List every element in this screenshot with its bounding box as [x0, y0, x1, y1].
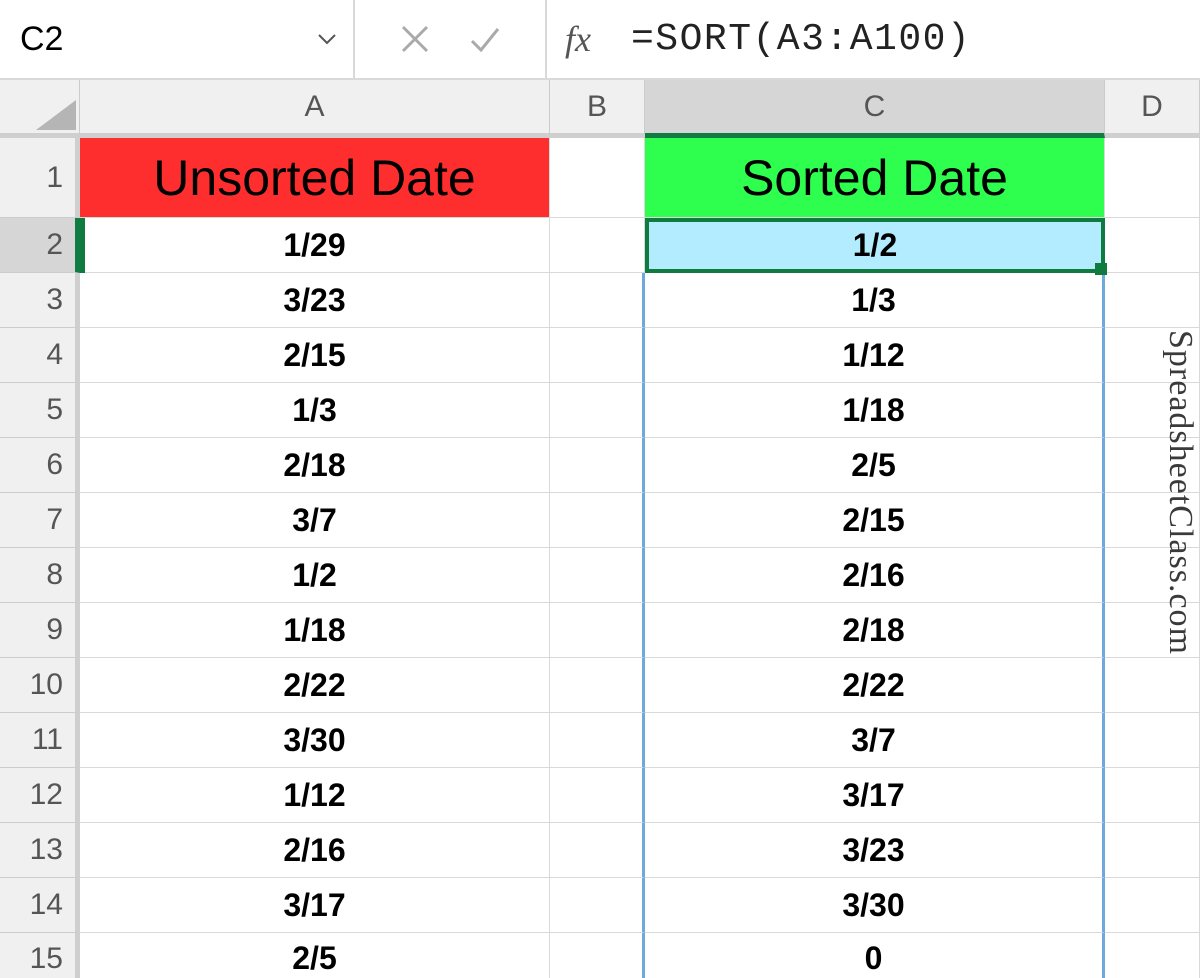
- name-box-value: C2: [20, 20, 63, 59]
- fill-handle[interactable]: [1095, 263, 1107, 275]
- cell-A1[interactable]: Unsorted Date: [80, 138, 550, 218]
- cell-B13[interactable]: [550, 823, 645, 878]
- cells: Unsorted Date Sorted Date 1/29 3/23 1/3 …: [80, 138, 1200, 978]
- cell-A15[interactable]: 2/5: [80, 933, 550, 978]
- cell-C15[interactable]: 0: [645, 933, 1105, 978]
- watermark: SpreadsheetClass.com: [1161, 330, 1199, 655]
- enter-icon[interactable]: [465, 19, 505, 59]
- cell-D15[interactable]: [1105, 933, 1200, 978]
- cell-C13[interactable]: 3/23: [645, 823, 1105, 878]
- cell-A11[interactable]: 3/30: [80, 713, 550, 768]
- cell-A6[interactable]: 2/18: [80, 438, 550, 493]
- fx-label[interactable]: fx: [547, 18, 615, 60]
- cell-C7[interactable]: 2/15: [645, 493, 1105, 548]
- cell-A4[interactable]: 2/15: [80, 328, 550, 383]
- cell-C4[interactable]: 1/12: [645, 328, 1105, 383]
- cell-B5[interactable]: [550, 383, 645, 438]
- active-cell-value: 1/2: [853, 227, 897, 264]
- cell-D3[interactable]: [1105, 273, 1200, 328]
- row-header-8[interactable]: 8: [0, 548, 80, 603]
- formula-input[interactable]: =SORT(A3:A100): [625, 0, 1200, 78]
- cell-D11[interactable]: [1105, 713, 1200, 768]
- cell-A9[interactable]: 1/18: [80, 603, 550, 658]
- active-cell-C2[interactable]: 1/2: [645, 218, 1105, 273]
- row-header-4[interactable]: 4: [0, 328, 80, 383]
- name-box[interactable]: C2: [0, 0, 355, 78]
- cell-D1[interactable]: [1105, 138, 1200, 218]
- column-header-A[interactable]: A: [80, 80, 550, 138]
- row-header-12[interactable]: 12: [0, 768, 80, 823]
- column-headers: A B C D: [0, 80, 1200, 138]
- cell-C1[interactable]: Sorted Date: [645, 138, 1105, 218]
- cell-A10[interactable]: 2/22: [80, 658, 550, 713]
- cell-B15[interactable]: [550, 933, 645, 978]
- column-header-B[interactable]: B: [550, 80, 645, 138]
- row-headers: 1 2 3 4 5 6 7 8 9 10 11 12 13 14 15: [0, 138, 80, 978]
- row-header-6[interactable]: 6: [0, 438, 80, 493]
- cell-B1[interactable]: [550, 138, 645, 218]
- cell-C8[interactable]: 2/16: [645, 548, 1105, 603]
- column-header-C[interactable]: C: [645, 80, 1105, 138]
- cell-C14[interactable]: 3/30: [645, 878, 1105, 933]
- cell-B11[interactable]: [550, 713, 645, 768]
- cell-B2[interactable]: [550, 218, 645, 273]
- cell-B3[interactable]: [550, 273, 645, 328]
- cell-D13[interactable]: [1105, 823, 1200, 878]
- cell-C10[interactable]: 2/22: [645, 658, 1105, 713]
- row2-active-mark: [80, 218, 85, 273]
- cell-D14[interactable]: [1105, 878, 1200, 933]
- row-header-1[interactable]: 1: [0, 138, 80, 218]
- cell-B9[interactable]: [550, 603, 645, 658]
- row-header-11[interactable]: 11: [0, 713, 80, 768]
- row-header-15[interactable]: 15: [0, 933, 80, 978]
- row-header-10[interactable]: 10: [0, 658, 80, 713]
- cell-B4[interactable]: [550, 328, 645, 383]
- row-header-3[interactable]: 3: [0, 273, 80, 328]
- cell-D12[interactable]: [1105, 768, 1200, 823]
- formula-bar-actions: [355, 0, 547, 78]
- cell-C12[interactable]: 3/17: [645, 768, 1105, 823]
- cell-A13[interactable]: 2/16: [80, 823, 550, 878]
- cell-A14[interactable]: 3/17: [80, 878, 550, 933]
- cell-B8[interactable]: [550, 548, 645, 603]
- cell-C5[interactable]: 1/18: [645, 383, 1105, 438]
- formula-text: =SORT(A3:A100): [631, 18, 971, 61]
- select-all-corner[interactable]: [0, 80, 80, 138]
- cell-C9[interactable]: 2/18: [645, 603, 1105, 658]
- formula-bar: C2 fx =SORT(A3:A100): [0, 0, 1200, 80]
- grid: 1 2 3 4 5 6 7 8 9 10 11 12 13 14 15 Unso…: [0, 138, 1200, 978]
- cell-C6[interactable]: 2/5: [645, 438, 1105, 493]
- column-header-D[interactable]: D: [1105, 80, 1200, 138]
- cell-B6[interactable]: [550, 438, 645, 493]
- row-header-5[interactable]: 5: [0, 383, 80, 438]
- cell-B12[interactable]: [550, 768, 645, 823]
- cell-A12[interactable]: 1/12: [80, 768, 550, 823]
- cell-A3[interactable]: 3/23: [80, 273, 550, 328]
- row-header-9[interactable]: 9: [0, 603, 80, 658]
- name-box-dropdown-icon[interactable]: [313, 25, 341, 53]
- cell-A2[interactable]: 1/29: [80, 218, 550, 273]
- row-header-7[interactable]: 7: [0, 493, 80, 548]
- cell-A5[interactable]: 1/3: [80, 383, 550, 438]
- row-header-13[interactable]: 13: [0, 823, 80, 878]
- cell-A8[interactable]: 1/2: [80, 548, 550, 603]
- row-header-14[interactable]: 14: [0, 878, 80, 933]
- cell-B14[interactable]: [550, 878, 645, 933]
- cell-D2[interactable]: [1105, 218, 1200, 273]
- row-header-2[interactable]: 2: [0, 218, 80, 273]
- cell-B10[interactable]: [550, 658, 645, 713]
- cell-B7[interactable]: [550, 493, 645, 548]
- cell-C3[interactable]: 1/3: [645, 273, 1105, 328]
- cell-C11[interactable]: 3/7: [645, 713, 1105, 768]
- cancel-icon[interactable]: [395, 19, 435, 59]
- cell-A7[interactable]: 3/7: [80, 493, 550, 548]
- cell-D10[interactable]: [1105, 658, 1200, 713]
